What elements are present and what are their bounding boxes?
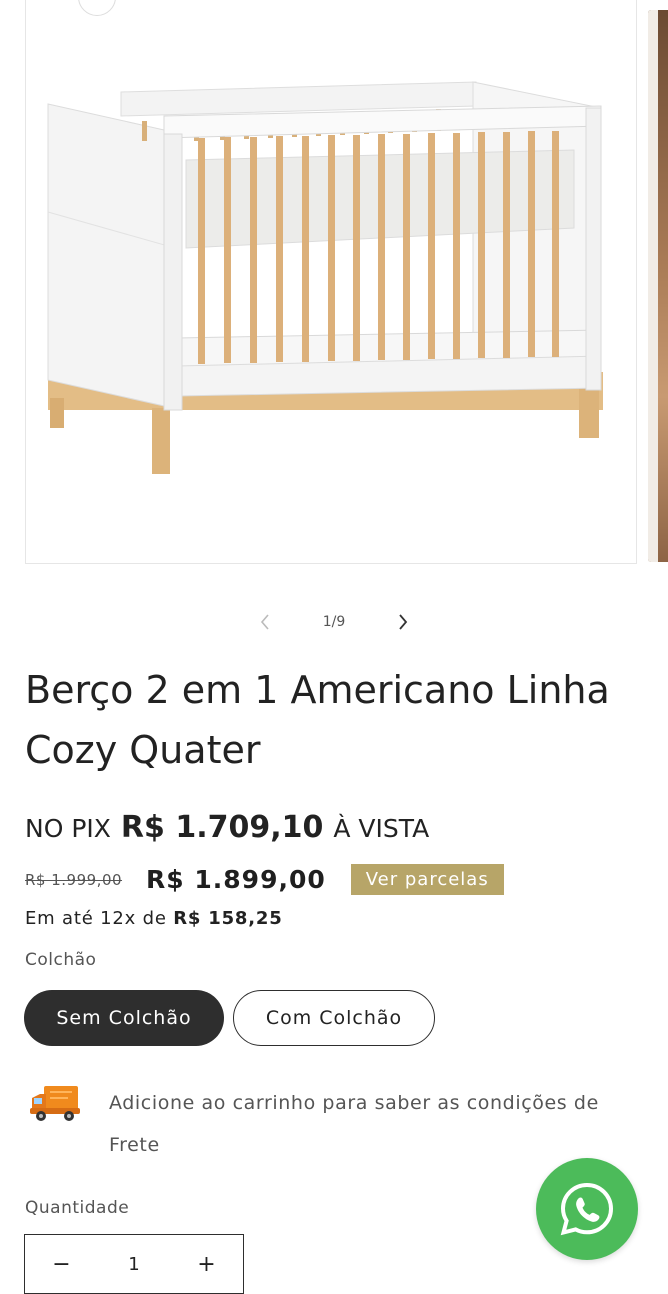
installments-button[interactable]: Ver parcelas [350, 864, 504, 895]
current-price: R$ 1.899,00 [146, 865, 326, 894]
product-title: Berço 2 em 1 Americano Linha Cozy Quater [25, 668, 610, 772]
old-price: R$ 1.999,00 [25, 870, 123, 889]
next-slide-preview[interactable] [648, 10, 668, 562]
product-image-slide[interactable] [25, 0, 637, 564]
freight-info: Adicione ao carrinho para saber as condi… [109, 1092, 599, 1156]
truck-icon [30, 1082, 80, 1128]
option-label: Colchão [25, 950, 97, 970]
quantity-input[interactable] [98, 1252, 170, 1276]
mattress-options: Sem Colchão Com Colchão [24, 990, 435, 1046]
installments-value: R$ 158,25 [173, 908, 283, 929]
minus-icon[interactable]: − [25, 1235, 98, 1293]
whatsapp-icon [560, 1182, 614, 1236]
pix-suffix: À VISTA [333, 814, 430, 843]
product-gallery [0, 0, 668, 600]
quantity-stepper: − + [24, 1234, 244, 1294]
chevron-left-icon[interactable] [253, 610, 277, 634]
pix-prefix: NO PIX [25, 814, 111, 843]
pix-price-row: NO PIX R$ 1.709,10 À VISTA [25, 810, 429, 845]
installments-prefix: Em até 12x de [25, 908, 167, 929]
option-sem-colchao[interactable]: Sem Colchão [24, 990, 224, 1046]
gallery-pager: 1/9 [0, 606, 668, 638]
chevron-right-icon[interactable] [391, 610, 415, 634]
quantity-label: Quantidade [25, 1198, 130, 1218]
price-row: R$ 1.999,00 R$ 1.899,00 Ver parcelas [25, 864, 504, 895]
whatsapp-button[interactable] [536, 1158, 638, 1260]
option-com-colchao[interactable]: Com Colchão [233, 990, 435, 1046]
pix-price: R$ 1.709,10 [120, 810, 324, 845]
installments-info: Em até 12x de R$ 158,25 [25, 908, 283, 929]
plus-icon[interactable]: + [170, 1235, 243, 1293]
crib-image [47, 81, 603, 474]
gallery-counter: 1/9 [322, 614, 346, 630]
